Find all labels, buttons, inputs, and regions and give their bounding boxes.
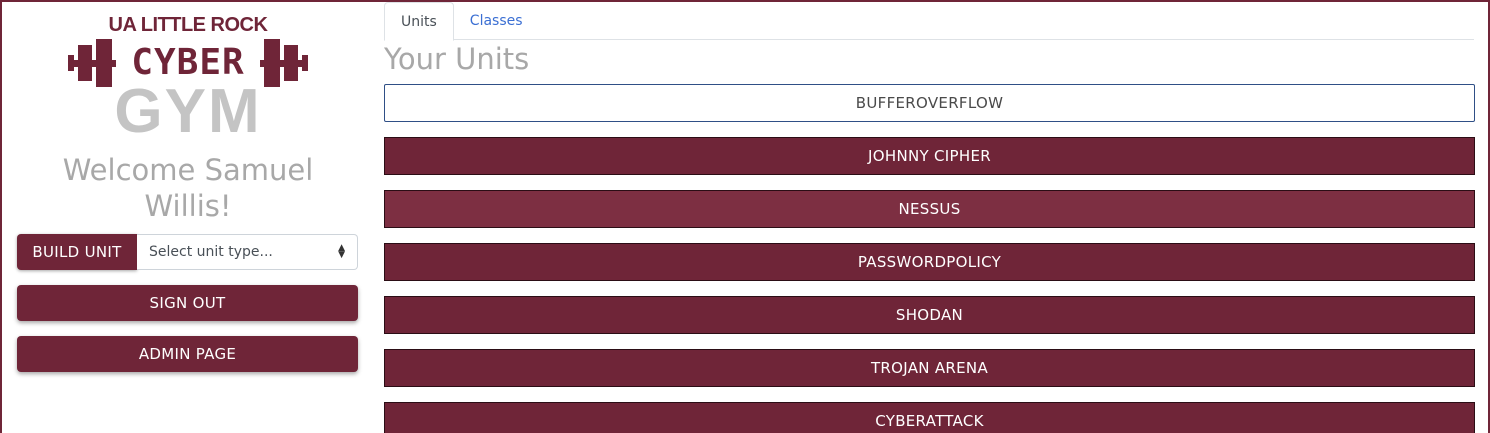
dumbbell-plate xyxy=(96,39,112,87)
logo-line-gym: GYM xyxy=(114,77,262,146)
select-arrows-icon: ▲ ▼ xyxy=(338,243,345,260)
unit-type-select-value: Select unit type... xyxy=(149,244,273,260)
tab-bar: Units Classes xyxy=(384,2,1474,41)
tab-classes[interactable]: Classes xyxy=(454,2,539,40)
dumbbell-plate xyxy=(302,55,308,71)
page-title: Your Units xyxy=(384,42,530,76)
sign-out-button[interactable]: SIGN OUT xyxy=(17,285,358,321)
dumbbell-plate xyxy=(264,39,280,87)
unit-item-cyberattack[interactable]: CYBERATTACK xyxy=(384,402,1475,433)
dumbbell-plate xyxy=(284,45,298,81)
unit-item-shodan[interactable]: SHODAN xyxy=(384,296,1475,334)
unit-item-bufferoverflow[interactable]: BUFFEROVERFLOW xyxy=(384,84,1475,122)
main-content: Units Classes Your Units BUFFEROVERFLOW … xyxy=(384,2,1476,433)
admin-page-button[interactable]: ADMIN PAGE xyxy=(17,336,358,372)
unit-type-select[interactable]: Select unit type... ▲ ▼ xyxy=(137,234,358,270)
tab-units[interactable]: Units xyxy=(384,2,454,41)
unit-item-trojan-arena[interactable]: TROJAN ARENA xyxy=(384,349,1475,387)
dumbbell-plate xyxy=(68,55,74,71)
logo-line-ua-little-rock: UA LITTLE ROCK xyxy=(108,14,268,36)
unit-item-passwordpolicy[interactable]: PASSWORDPOLICY xyxy=(384,243,1475,281)
build-unit-button[interactable]: BUILD UNIT xyxy=(17,234,137,270)
unit-item-johnny-cipher[interactable]: JOHNNY CIPHER xyxy=(384,137,1475,175)
sidebar: UA LITTLE ROCK CYBER GYM Welcome Samuel … xyxy=(2,2,374,433)
dumbbell-plate xyxy=(78,45,92,81)
unit-item-nessus[interactable]: NESSUS xyxy=(384,190,1475,228)
cyber-gym-logo: UA LITTLE ROCK CYBER GYM xyxy=(68,12,308,146)
welcome-message: Welcome Samuel Willis! xyxy=(62,153,314,223)
build-unit-group: BUILD UNIT Select unit type... ▲ ▼ xyxy=(17,234,358,270)
